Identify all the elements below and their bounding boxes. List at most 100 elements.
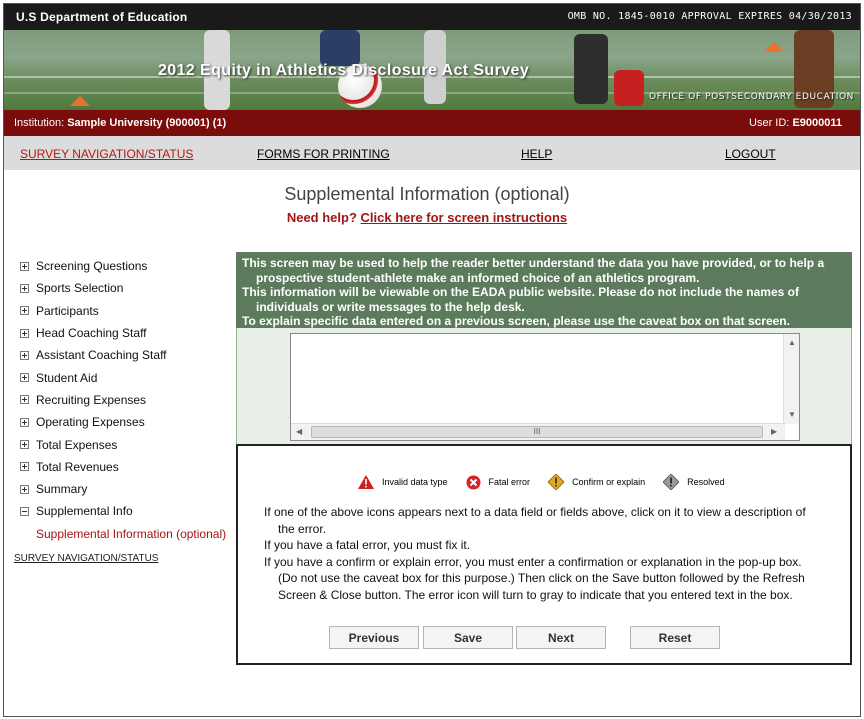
help-prefix: Need help?	[286, 210, 357, 225]
nav-logout[interactable]: LOGOUT	[725, 147, 776, 161]
sidebar-item-sports-selection[interactable]: Sports Selection	[20, 277, 240, 299]
expand-icon[interactable]	[20, 261, 29, 271]
nav-survey-status[interactable]: SURVEY NAVIGATION/STATUS	[20, 147, 193, 161]
button-row: Previous Save Next Reset	[238, 626, 850, 650]
expand-icon[interactable]	[20, 283, 29, 293]
page-title: Supplemental Information (optional)	[284, 184, 570, 204]
invalid-data-icon	[358, 475, 374, 489]
sidebar-item-label: Total Expenses	[36, 437, 118, 452]
sidebar-item-label: Participants	[36, 303, 99, 318]
note-line: the error.	[278, 521, 327, 536]
legend-fatal: Fatal error	[466, 475, 531, 490]
legend-resolved: Resolved	[663, 474, 725, 490]
resolved-icon	[663, 474, 680, 490]
help-line: Need help? Click here for screen instruc…	[4, 210, 850, 225]
sidebar-item-assistant-coaching-staff[interactable]: Assistant Coaching Staff	[20, 344, 240, 366]
sidebar-item-label: Student Aid	[36, 370, 98, 385]
legend-resolved-label: Resolved	[687, 477, 725, 487]
confirm-explain-icon	[548, 474, 565, 490]
cone-icon	[764, 42, 784, 52]
sidebar-item-total-expenses[interactable]: Total Expenses	[20, 433, 240, 455]
note-line: Screen & Close button. The error icon wi…	[278, 587, 793, 602]
info-line: prospective student-athlete make an info…	[256, 270, 700, 285]
sidebar-item-recruiting-expenses[interactable]: Recruiting Expenses	[20, 389, 240, 411]
info-line: This screen may be used to help the read…	[242, 256, 825, 270]
sidebar-item-label: Total Revenues	[36, 459, 119, 474]
cone-icon	[70, 96, 90, 106]
save-button[interactable]: Save	[423, 626, 513, 649]
fatal-error-icon	[466, 475, 481, 489]
legend-confirm-label: Confirm or explain	[572, 477, 646, 487]
expand-icon[interactable]	[20, 306, 29, 316]
legend-confirm: Confirm or explain	[548, 474, 645, 490]
sidebar-item-participants[interactable]: Participants	[20, 300, 240, 322]
reset-button[interactable]: Reset	[630, 626, 720, 649]
expand-icon[interactable]	[20, 417, 29, 427]
sidebar-survey-status-link[interactable]: SURVEY NAVIGATION/STATUS	[14, 553, 240, 564]
expand-icon[interactable]	[20, 373, 29, 383]
note-line: If one of the above icons appears next t…	[264, 505, 806, 519]
legend-invalid-label: Invalid data type	[382, 477, 448, 487]
nav-forms-for-printing[interactable]: FORMS FOR PRINTING	[257, 147, 390, 161]
sidebar-item-operating-expenses[interactable]: Operating Expenses	[20, 411, 240, 433]
legend-invalid: Invalid data type	[358, 475, 448, 489]
info-panel: This screen may be used to help the read…	[236, 252, 852, 328]
expand-icon[interactable]	[20, 484, 29, 494]
institution-name: Sample University (900001) (1)	[67, 117, 227, 129]
note-line: If you have a confirm or explain error, …	[264, 554, 802, 569]
sidebar-item-label: Sports Selection	[36, 281, 124, 296]
expand-icon[interactable]	[20, 350, 29, 360]
top-bar: U.S Department of Education OMB NO. 1845…	[4, 4, 860, 30]
nav-help[interactable]: HELP	[521, 147, 552, 161]
institution-info: Institution: Sample University (900001) …	[14, 117, 226, 129]
legend-fatal-label: Fatal error	[488, 477, 531, 487]
editor-area: ▲ ▼ ◀ III ▶	[236, 328, 852, 444]
screen-instructions-link[interactable]: Click here for screen instructions	[361, 210, 568, 225]
error-legend: Invalid data type Fatal error Confirm or…	[358, 474, 743, 490]
sidebar-item-label: Supplemental Info	[36, 504, 133, 519]
main-nav: SURVEY NAVIGATION/STATUS FORMS FOR PRINT…	[4, 136, 860, 170]
expand-icon[interactable]	[20, 462, 29, 472]
player-figure	[320, 30, 360, 66]
info-line: To explain specific data entered on a pr…	[242, 314, 790, 328]
sidebar: Screening Questions Sports Selection Par…	[14, 255, 240, 563]
sidebar-item-label: Summary	[36, 482, 88, 497]
user-id: E9000011	[792, 117, 842, 129]
sidebar-item-label: Assistant Coaching Staff	[36, 348, 167, 363]
sidebar-item-label: Recruiting Expenses	[36, 392, 147, 407]
sidebar-item-head-coaching-staff[interactable]: Head Coaching Staff	[20, 322, 240, 344]
instructions: If one of the above icons appears next t…	[264, 504, 834, 603]
omb-notice: OMB NO. 1845-0010 APPROVAL EXPIRES 04/30…	[567, 11, 852, 22]
info-line: individuals or write messages to the hel…	[256, 299, 525, 314]
sidebar-item-student-aid[interactable]: Student Aid	[20, 366, 240, 388]
institution-bar: Institution: Sample University (900001) …	[4, 110, 860, 136]
collapse-icon[interactable]	[20, 506, 29, 516]
sidebar-item-summary[interactable]: Summary	[20, 478, 240, 500]
legend-box: Invalid data type Fatal error Confirm or…	[236, 444, 852, 665]
page: U.S Department of Education OMB NO. 1845…	[3, 3, 861, 717]
sidebar-item-supplemental-info[interactable]: Supplemental Info	[20, 500, 240, 522]
banner-title: 2012 Equity in Athletics Disclosure Act …	[158, 62, 530, 79]
department-name: U.S Department of Education	[16, 10, 188, 24]
player-figure	[574, 34, 608, 104]
sidebar-item-total-revenues[interactable]: Total Revenues	[20, 456, 240, 478]
user-info: User ID: E9000011	[749, 117, 842, 129]
sidebar-item-screening-questions[interactable]: Screening Questions	[20, 255, 240, 277]
next-button[interactable]: Next	[516, 626, 606, 649]
expand-icon[interactable]	[20, 440, 29, 450]
expand-icon[interactable]	[20, 328, 29, 338]
sidebar-item-label: Operating Expenses	[36, 415, 145, 430]
user-id-label: User ID:	[749, 117, 790, 129]
previous-button[interactable]: Previous	[329, 626, 419, 649]
sidebar-subitem-supplemental-information[interactable]: Supplemental Information (optional)	[20, 523, 240, 545]
supplemental-textarea[interactable]	[290, 333, 800, 441]
note-line: (Do not use the caveat box for this purp…	[278, 571, 805, 585]
sidebar-item-label: Head Coaching Staff	[36, 326, 147, 341]
info-line: This information will be viewable on the…	[242, 285, 799, 299]
sidebar-item-label: Screening Questions	[36, 259, 148, 274]
institution-label: Institution:	[14, 117, 65, 129]
expand-icon[interactable]	[20, 395, 29, 405]
banner: 2012 Equity in Athletics Disclosure Act …	[4, 30, 860, 110]
note-line: If you have a fatal error, you must fix …	[264, 538, 471, 552]
player-figure	[614, 70, 644, 106]
